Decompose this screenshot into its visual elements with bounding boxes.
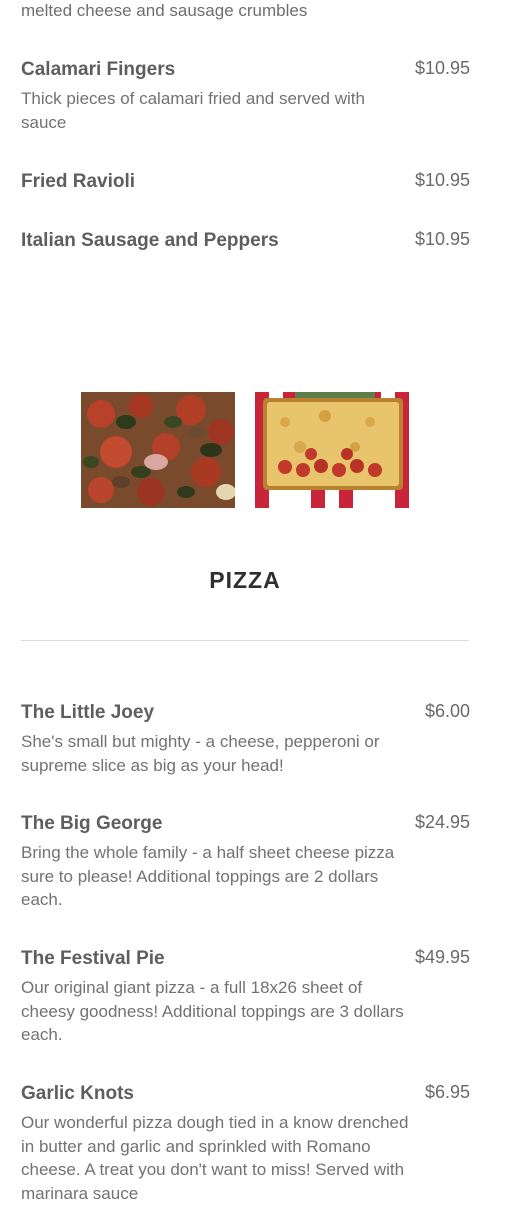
item-price: $10.95 xyxy=(414,170,470,190)
pizza-photo-sheet-pepperoni[interactable] xyxy=(255,392,409,508)
item-description: She's small but mighty - a cheese, peppe… xyxy=(21,732,380,775)
menu-item-italian-sausage-peppers: Italian Sausage and Peppers $10.95 xyxy=(21,229,470,253)
item-name: The Little Joey xyxy=(21,702,155,723)
item-name: Fried Ravioli xyxy=(21,171,136,192)
item-price: $10.95 xyxy=(414,229,470,249)
section-title-pizza: PIZZA xyxy=(209,567,281,593)
menu-item-big-george: The Big George $24.95 Bring the whole fa… xyxy=(21,812,470,912)
menu-page: melted cheese and sausage crumbles Calam… xyxy=(0,0,510,1209)
section-divider xyxy=(21,640,469,641)
item-name: The Big George xyxy=(21,813,163,834)
pizza-photo-supreme[interactable] xyxy=(81,392,235,508)
menu-item-calamari-fingers: Calamari Fingers $10.95 Thick pieces of … xyxy=(21,58,470,134)
item-name: Calamari Fingers xyxy=(21,59,176,80)
item-name: The Festival Pie xyxy=(21,948,165,969)
item-description: Our wonderful pizza dough tied in a know… xyxy=(21,1113,409,1203)
item-name: Garlic Knots xyxy=(21,1083,134,1104)
item-name: Italian Sausage and Peppers xyxy=(21,230,279,251)
menu-item-fried-ravioli: Fried Ravioli $10.95 xyxy=(21,170,470,194)
item-price: $10.95 xyxy=(414,58,470,78)
item-price: $49.95 xyxy=(414,947,470,967)
item-description: Bring the whole family - a half sheet ch… xyxy=(21,843,395,909)
item-description: Thick pieces of calamari fried and serve… xyxy=(21,89,365,132)
item-description: Our original giant pizza - a full 18x26 … xyxy=(21,978,404,1044)
menu-item-garlic-knots: Garlic Knots $6.95 Our wonderful pizza d… xyxy=(21,1082,470,1205)
item-price: $6.00 xyxy=(424,701,470,721)
item-price: $24.95 xyxy=(414,812,470,832)
menu-item-festival-pie: The Festival Pie $49.95 Our original gia… xyxy=(21,947,470,1047)
item-price: $6.95 xyxy=(424,1082,470,1102)
item-description-partial: melted cheese and sausage crumbles xyxy=(21,1,308,20)
menu-item-little-joey: The Little Joey $6.00 She's small but mi… xyxy=(21,701,470,777)
